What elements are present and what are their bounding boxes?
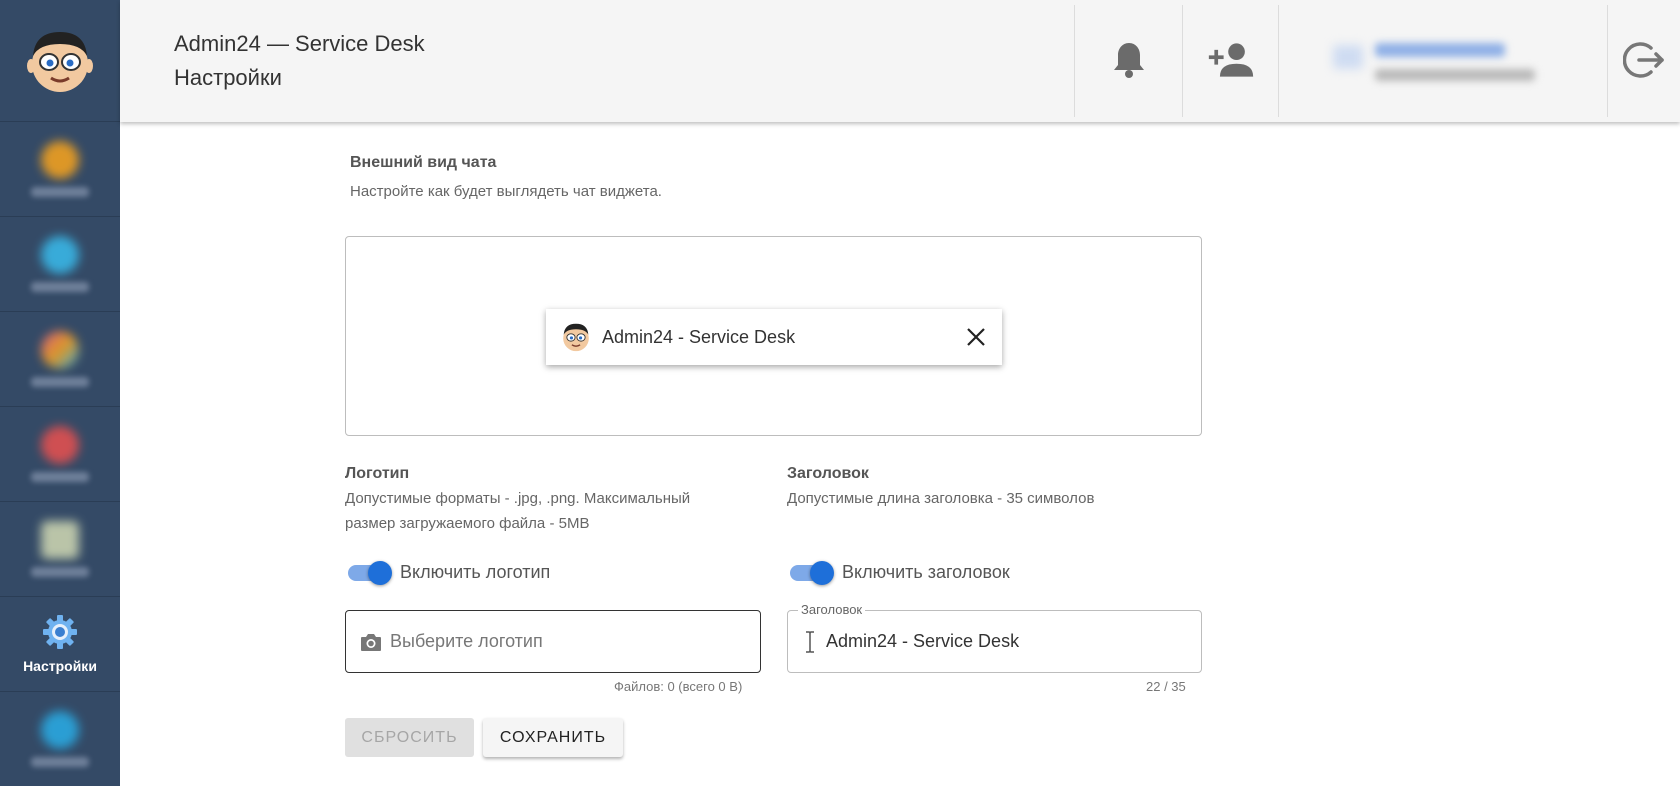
heading-toggle-label: Включить заголовок xyxy=(842,562,1010,582)
text-cursor-icon xyxy=(806,630,814,653)
chat-preview-title: Admin24 - Service Desk xyxy=(602,326,796,347)
knowledge-icon xyxy=(41,331,79,369)
sidebar-item-label xyxy=(31,757,89,767)
user-avatar xyxy=(1333,45,1363,69)
toggle-track xyxy=(790,560,834,585)
add-user-icon xyxy=(1208,43,1254,77)
sidebar-item-tasks[interactable] xyxy=(0,122,120,217)
sidebar-item-label xyxy=(31,377,89,387)
heading-section-description: Допустимые длина заголовка - 35 символов xyxy=(787,490,1095,507)
logo-input-placeholder: Выберите логотип xyxy=(390,631,543,651)
char-counter: 22 / 35 xyxy=(1146,679,1186,694)
clients-icon xyxy=(41,426,79,464)
settings-content: Внешний вид чата Настройте как будет выг… xyxy=(120,122,1680,786)
heading-field-value: Admin24 - Service Desk xyxy=(826,631,1020,651)
chat-preview: Admin24 - Service Desk xyxy=(345,236,1202,436)
user-role xyxy=(1375,69,1535,81)
save-button[interactable]: СОХРАНИТЬ xyxy=(483,718,623,757)
notifications-button[interactable] xyxy=(1105,36,1153,84)
logout-button[interactable] xyxy=(1620,36,1668,84)
heading-toggle[interactable]: Включить заголовок xyxy=(790,560,1010,585)
tasks-icon xyxy=(41,141,79,179)
brand-avatar[interactable] xyxy=(0,0,120,122)
logout-icon xyxy=(1623,42,1664,78)
toggle-thumb xyxy=(368,560,392,585)
sidebar-item-knowledge[interactable] xyxy=(0,312,120,407)
sidebar-item-label: Настройки xyxy=(23,658,97,674)
heading-field-legend: Заголовок xyxy=(798,602,866,617)
chat-logo-icon xyxy=(563,323,589,352)
user-profile[interactable] xyxy=(1315,25,1545,95)
logo-description-line: Допустимые форматы - .jpg, .png. Максима… xyxy=(345,490,691,507)
toggle-track xyxy=(348,560,392,585)
sidebar-item-label xyxy=(31,567,89,577)
support-icon xyxy=(41,711,79,749)
sidebar-item-label xyxy=(31,187,89,197)
logo-file-input[interactable]: Выберите логотип xyxy=(345,610,761,673)
logo-section-description: Допустимые форматы - .jpg, .png. Максима… xyxy=(345,486,690,536)
logo-section-title: Логотип xyxy=(345,465,410,482)
messages-icon xyxy=(41,236,79,274)
sidebar-item-messages[interactable] xyxy=(0,217,120,312)
divider xyxy=(1182,5,1183,117)
heading-input[interactable]: Заголовок Admin24 - Service Desk xyxy=(787,602,1202,673)
page-title: Настройки xyxy=(174,65,282,90)
toggle-thumb xyxy=(810,560,834,585)
logo-toggle-label: Включить логотип xyxy=(400,562,551,582)
camera-icon xyxy=(361,633,381,651)
close-icon[interactable] xyxy=(964,325,988,349)
divider xyxy=(1607,5,1608,117)
bell-icon xyxy=(1114,43,1144,78)
files-hint: Файлов: 0 (всего 0 B) xyxy=(614,679,743,694)
sidebar-item-label xyxy=(31,472,89,482)
sidebar-item-reports[interactable] xyxy=(0,502,120,597)
sidebar: Настройки xyxy=(0,0,120,786)
add-user-button[interactable] xyxy=(1207,36,1255,84)
heading-section-title: Заголовок xyxy=(787,465,869,482)
chat-preview-header: Admin24 - Service Desk xyxy=(546,309,1002,365)
divider xyxy=(1074,5,1075,117)
logo-toggle[interactable]: Включить логотип xyxy=(348,560,551,585)
section-title: Внешний вид чата xyxy=(350,154,497,171)
app-title: Admin24 — Service Desk xyxy=(174,31,425,56)
sidebar-item-support[interactable] xyxy=(0,692,120,786)
sidebar-item-label xyxy=(31,282,89,292)
reports-icon xyxy=(41,521,79,559)
sidebar-item-settings[interactable]: Настройки xyxy=(0,597,120,692)
logo-description-line: размер загружаемого файла - 5MB xyxy=(345,515,590,532)
reset-button[interactable]: СБРОСИТЬ xyxy=(345,718,474,757)
user-name xyxy=(1375,43,1505,57)
gear-icon xyxy=(43,615,77,649)
section-description: Настройте как будет выглядеть чат виджет… xyxy=(350,183,662,200)
sidebar-item-clients[interactable] xyxy=(0,407,120,502)
avatar-icon xyxy=(27,31,93,92)
top-header: Admin24 — Service Desk Настройки xyxy=(120,0,1680,122)
divider xyxy=(1278,5,1279,117)
